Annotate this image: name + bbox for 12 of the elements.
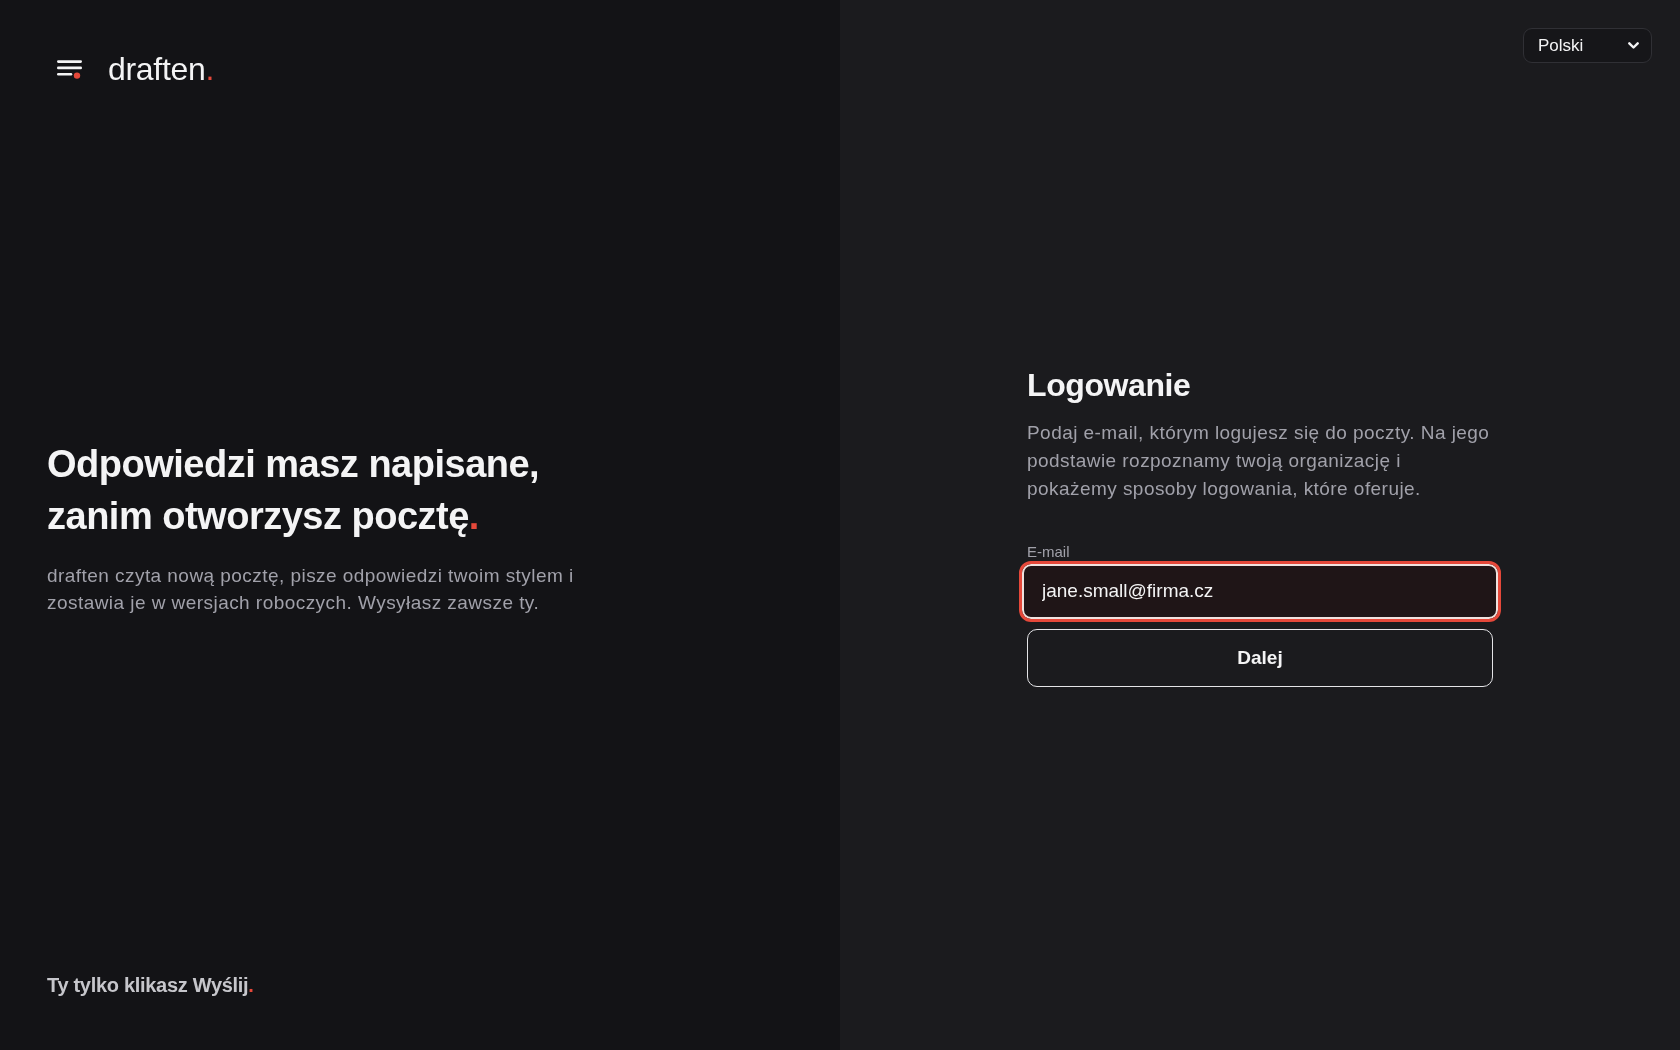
brand-name: draften. [108,52,215,88]
text-lines-icon [57,60,82,80]
chevron-down-icon [1628,42,1639,49]
login-title: Logowanie [1027,365,1191,405]
tagline: Ty tylko klikasz Wyślij. [47,974,254,997]
hero-headline: Odpowiedzi masz napisane, zanim otworzysz pocztę. [47,441,541,539]
hero-description: draften czyta nową pocztę, pisze odpowiedzi twoim stylem i zostawia je w wersjach roboczych. Wysyłasz zawsze ty. [47,563,574,615]
email-label: E-mail [1027,542,1070,561]
language-select[interactable]: Polski [1523,28,1652,63]
email-input[interactable]: jane.small@firma.cz [1019,560,1501,622]
login-description: Podaj e-mail, którym logujesz się do poczty. Na jego podstawie rozpoznamy twoją organizację i pokażemy sposoby logowania, które oferuje. [1027,420,1490,501]
next-button[interactable]: Dalej [1027,628,1493,687]
